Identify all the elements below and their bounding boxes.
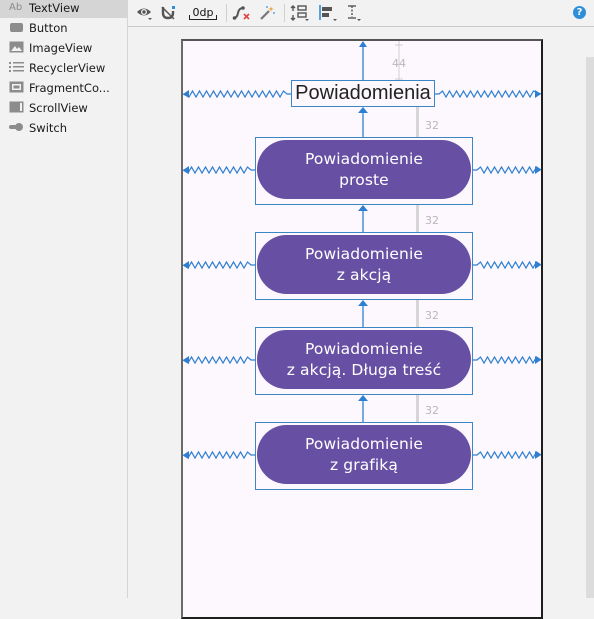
button-label-line2: proste: [339, 170, 389, 189]
margin-indicator: [416, 300, 419, 327]
margin-indicator: [416, 395, 419, 422]
margin-label: 32: [425, 404, 439, 417]
margin-label: 32: [425, 214, 439, 227]
constraint-arrow-icon: [358, 300, 368, 306]
constraint-arrow-icon: [535, 166, 541, 174]
zigzag-constraint-right: [435, 89, 542, 99]
zigzag-constraint-left: [182, 89, 291, 99]
zigzag-constraint-left: [182, 450, 255, 460]
button-label-line1: Powiadomienie: [305, 339, 423, 358]
constraint-arrow-icon: [359, 41, 367, 47]
button-label-line1: Powiadomienie: [305, 244, 423, 263]
margin-label: 32: [425, 309, 439, 322]
constraint-arrow-icon: [535, 261, 541, 269]
button-pill[interactable]: Powiadomienie z grafiką: [257, 425, 471, 484]
button-image-notification[interactable]: Powiadomienie z grafiką: [255, 422, 473, 490]
constraint-arrow-icon: [183, 356, 189, 364]
constraint-arrow-icon: [535, 356, 541, 364]
button-action-long-notification[interactable]: Powiadomienie z akcją. Długa treść: [255, 327, 473, 395]
button-label-line2: z akcją. Długa treść: [286, 360, 442, 379]
zigzag-constraint-right: [473, 165, 542, 175]
button-pill[interactable]: Powiadomienie proste: [257, 140, 471, 199]
constraint-arrow-icon: [183, 90, 189, 98]
constraint-arrow-icon: [535, 451, 541, 459]
zigzag-constraint-left: [182, 165, 255, 175]
constraint-arrow-icon: [358, 205, 368, 211]
margin-indicator: [416, 205, 419, 232]
margin-label: 32: [425, 119, 439, 132]
constraint-arrow-icon: [183, 166, 189, 174]
zigzag-constraint-right: [473, 450, 542, 460]
constraint-arrow-icon: [183, 451, 189, 459]
button-label-line2: z akcją: [336, 265, 392, 284]
margin-indicator: [416, 107, 419, 137]
button-label-line1: Powiadomienie: [305, 434, 423, 453]
constraint-arrow-icon: [358, 107, 368, 113]
title-textview[interactable]: Powiadomienia: [291, 80, 435, 107]
margin-label: 44: [392, 57, 406, 70]
zigzag-constraint-left: [182, 355, 255, 365]
zigzag-constraint-right: [473, 355, 542, 365]
zigzag-constraint-right: [473, 260, 542, 270]
zigzag-constraint-left: [182, 260, 255, 270]
constraint-arrow-icon: [358, 395, 368, 401]
constraint-arrow-icon: [183, 261, 189, 269]
button-label-line1: Powiadomienie: [305, 149, 423, 168]
constraint-arrow-icon: [535, 90, 541, 98]
button-action-notification[interactable]: Powiadomienie z akcją: [255, 232, 473, 300]
button-simple-notification[interactable]: Powiadomienie proste: [255, 137, 473, 205]
button-pill[interactable]: Powiadomienie z akcją. Długa treść: [257, 330, 471, 389]
button-label-line2: z grafiką: [330, 455, 398, 474]
button-pill[interactable]: Powiadomienie z akcją: [257, 235, 471, 294]
